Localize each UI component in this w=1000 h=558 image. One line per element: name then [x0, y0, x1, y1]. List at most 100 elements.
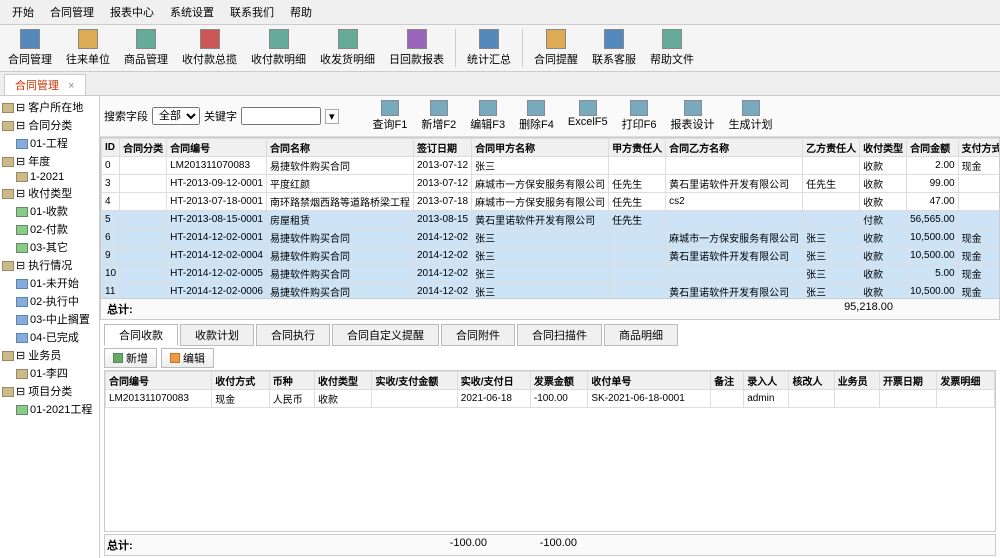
toolbar-button[interactable]: 日回款报表: [383, 27, 450, 69]
menu-item[interactable]: 合同管理: [42, 2, 102, 22]
sub-tab[interactable]: 合同扫描件: [517, 324, 602, 346]
column-header[interactable]: 录入人: [744, 372, 789, 390]
tree-node[interactable]: ⊟ 客户所在地: [2, 98, 97, 116]
menu-item[interactable]: 帮助: [282, 2, 320, 22]
toolbar-button[interactable]: 统计汇总: [461, 27, 517, 69]
menu-item[interactable]: 系统设置: [162, 2, 222, 22]
toolbar-button[interactable]: 帮助文件: [644, 27, 700, 69]
action-button[interactable]: ExcelF5: [562, 99, 614, 133]
table-row[interactable]: 6HT-2014-12-02-0001易捷软件购买合同2014-12-02张三麻…: [102, 229, 1000, 247]
detail-grid[interactable]: 合同编号收付方式币种收付类型实收/支付金额实收/支付日发票金额收付单号备注录入人…: [104, 370, 996, 532]
column-header[interactable]: 开票日期: [879, 372, 936, 390]
column-header[interactable]: 实收/支付日: [457, 372, 530, 390]
contract-grid[interactable]: ID合同分类合同编号合同名称签订日期合同甲方名称甲方责任人合同乙方名称乙方责任人…: [100, 137, 1000, 299]
column-header[interactable]: 收付类型: [860, 139, 907, 157]
tree-node[interactable]: ⊟ 业务员: [2, 346, 97, 364]
column-header[interactable]: 合同分类: [120, 139, 167, 157]
action-button[interactable]: 编辑F3: [464, 99, 511, 133]
footer-v2: -100.00: [487, 537, 577, 553]
sub-tab[interactable]: 合同自定义提醒: [332, 324, 439, 346]
toolbar-button[interactable]: 联系客服: [586, 27, 642, 69]
column-header[interactable]: ID: [102, 139, 120, 157]
table-row[interactable]: 10HT-2014-12-02-0005易捷软件购买合同2014-12-02张三…: [102, 265, 1000, 283]
sub-tab[interactable]: 收款计划: [180, 324, 254, 346]
tree-node[interactable]: 01-2021工程: [2, 400, 97, 418]
column-header[interactable]: 发票金额: [530, 372, 587, 390]
folder-icon: [2, 351, 14, 361]
menu-item[interactable]: 联系我们: [222, 2, 282, 22]
column-header[interactable]: 核改人: [789, 372, 834, 390]
tree-node[interactable]: ⊟ 项目分类: [2, 382, 97, 400]
tree-node[interactable]: ⊟ 收付类型: [2, 184, 97, 202]
action-button[interactable]: 报表设计: [665, 99, 721, 133]
column-header[interactable]: 收付类型: [314, 372, 371, 390]
column-header[interactable]: 实收/支付金额: [372, 372, 457, 390]
search-field-label: 搜索字段: [104, 108, 148, 124]
tree-node[interactable]: 03-其它: [2, 238, 97, 256]
sidebar-tree[interactable]: ⊟ 客户所在地⊟ 合同分类01-工程⊟ 年度1-2021⊟ 收付类型01-收款0…: [0, 96, 100, 558]
toolbar-button[interactable]: 合同管理: [2, 27, 58, 69]
tree-node[interactable]: 02-执行中: [2, 292, 97, 310]
column-header[interactable]: 币种: [269, 372, 314, 390]
column-header[interactable]: 支付方式: [958, 139, 1000, 157]
tree-node[interactable]: ⊟ 执行情况: [2, 256, 97, 274]
column-header[interactable]: 合同甲方名称: [472, 139, 609, 157]
action-button[interactable]: 删除F4: [513, 99, 560, 133]
column-header[interactable]: 乙方责任人: [803, 139, 860, 157]
tree-node[interactable]: 04-已完成: [2, 328, 97, 346]
column-header[interactable]: 签订日期: [413, 139, 471, 157]
tree-node[interactable]: 1-2021: [2, 170, 97, 184]
sub-tab[interactable]: 合同附件: [441, 324, 515, 346]
sub-tab[interactable]: 商品明细: [604, 324, 678, 346]
action-button[interactable]: 新增F2: [415, 99, 462, 133]
tab-contract[interactable]: 合同管理 ×: [4, 74, 86, 95]
table-row[interactable]: 5HT-2013-08-15-0001房屋租赁2013-08-15黄石里诺软件开…: [102, 211, 1000, 229]
column-header[interactable]: 合同乙方名称: [666, 139, 803, 157]
toolbar-button[interactable]: 往来单位: [60, 27, 116, 69]
table-row[interactable]: 9HT-2014-12-02-0004易捷软件购买合同2014-12-02张三黄…: [102, 247, 1000, 265]
table-row[interactable]: 11HT-2014-12-02-0006易捷软件购买合同2014-12-02张三…: [102, 283, 1000, 300]
action-button[interactable]: 查询F1: [367, 99, 414, 133]
edit-button[interactable]: 编辑: [161, 348, 214, 368]
tree-node[interactable]: 01-收款: [2, 202, 97, 220]
column-header[interactable]: 业务员: [834, 372, 879, 390]
menu-item[interactable]: 报表中心: [102, 2, 162, 22]
menu-item[interactable]: 开始: [4, 2, 42, 22]
dropdown-icon[interactable]: ▾: [325, 109, 339, 124]
sub-tab[interactable]: 合同收款: [104, 324, 178, 346]
tree-node[interactable]: ⊟ 年度: [2, 152, 97, 170]
search-field-select[interactable]: 全部: [152, 107, 200, 125]
column-header[interactable]: 合同编号: [167, 139, 267, 157]
column-header[interactable]: 收付单号: [588, 372, 711, 390]
folder-icon: [2, 189, 14, 199]
action-button[interactable]: 打印F6: [616, 99, 663, 133]
toolbar-button[interactable]: 商品管理: [118, 27, 174, 69]
column-header[interactable]: 合同编号: [106, 372, 212, 390]
footer-label: 总计:: [107, 537, 247, 553]
column-header[interactable]: 发票明细: [937, 372, 995, 390]
column-header[interactable]: 备注: [711, 372, 744, 390]
column-header[interactable]: 合同名称: [266, 139, 413, 157]
sub-tab[interactable]: 合同执行: [256, 324, 330, 346]
add-button[interactable]: 新增: [104, 348, 157, 368]
action-button[interactable]: 生成计划: [723, 99, 779, 133]
tree-node[interactable]: 03-中止搁置: [2, 310, 97, 328]
tree-node[interactable]: ⊟ 合同分类: [2, 116, 97, 134]
tree-node[interactable]: 01-李四: [2, 364, 97, 382]
table-row[interactable]: 3HT-2013-09-12-0001平度红颜2013-07-12麻城市一方保安…: [102, 175, 1000, 193]
column-header[interactable]: 合同金额: [907, 139, 959, 157]
column-header[interactable]: 甲方责任人: [609, 139, 666, 157]
keyword-input[interactable]: [241, 107, 321, 125]
folder-icon: [16, 207, 28, 217]
tree-node[interactable]: 01-未开始: [2, 274, 97, 292]
tree-node[interactable]: 02-付款: [2, 220, 97, 238]
table-row[interactable]: 0LM201311070083易捷软件购买合同2013-07-12张三收款2.0…: [102, 157, 1000, 175]
close-icon[interactable]: ×: [68, 80, 74, 92]
column-header[interactable]: 收付方式: [212, 372, 269, 390]
toolbar-button[interactable]: 收付款总揽: [176, 27, 243, 69]
tree-node[interactable]: 01-工程: [2, 134, 97, 152]
toolbar-button[interactable]: 收付款明细: [245, 27, 312, 69]
table-row[interactable]: 4HT-2013-07-18-0001南环路禁烟西路等道路桥梁工程2013-07…: [102, 193, 1000, 211]
toolbar-button[interactable]: 收发货明细: [314, 27, 381, 69]
toolbar-button[interactable]: 合同提醒: [528, 27, 584, 69]
